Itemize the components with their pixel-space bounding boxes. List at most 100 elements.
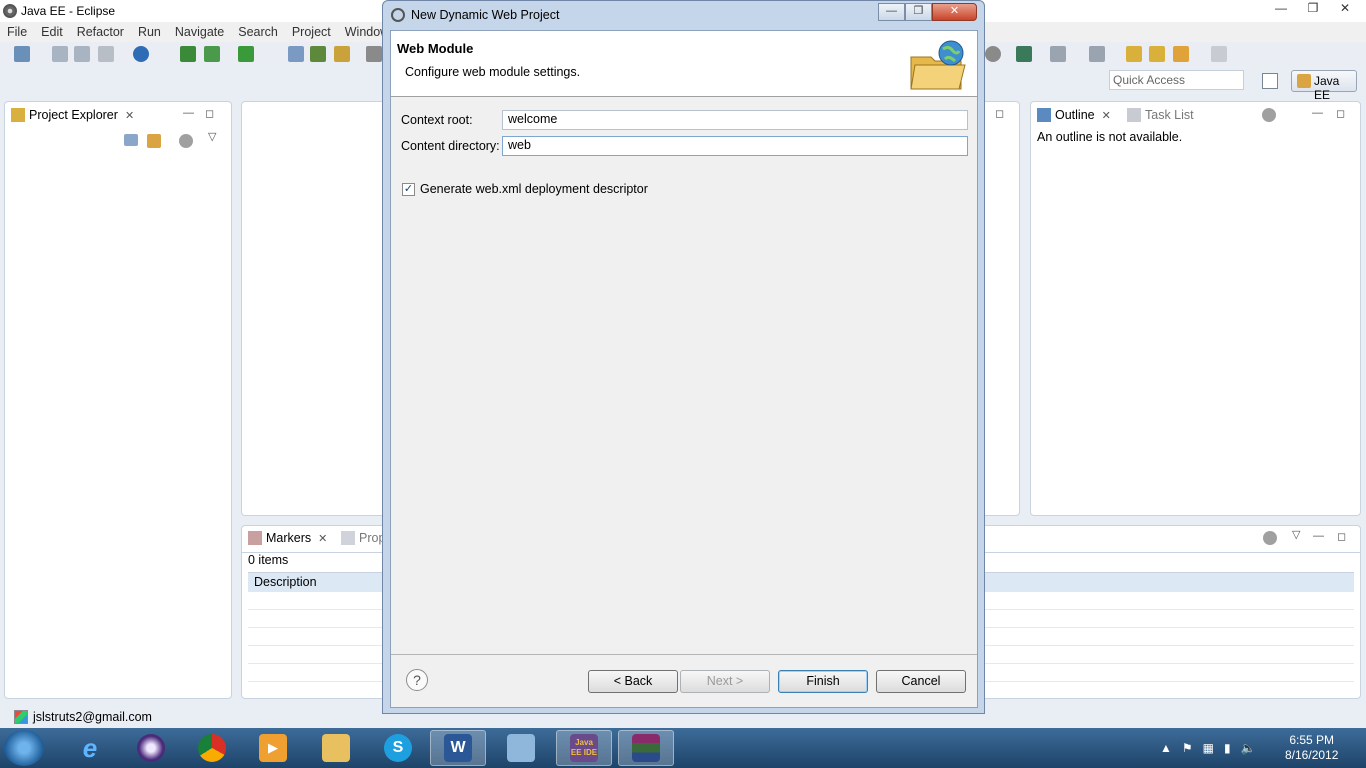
chevron-down-icon[interactable]: ▽ — [1292, 528, 1300, 541]
cancel-button[interactable]: Cancel — [876, 670, 966, 693]
wizard-page-title: Web Module — [397, 41, 474, 56]
dialog-window-controls: — ❐ ✕ — [878, 3, 977, 21]
link-editor-icon[interactable] — [147, 134, 161, 148]
tab-project-explorer[interactable]: Project Explorer ✕ — [11, 108, 134, 122]
maximize-view-icon[interactable]: ◻ — [205, 107, 214, 120]
action-center-flag-icon[interactable]: ⚑ — [1182, 741, 1193, 755]
generate-web-xml-checkbox[interactable]: ✓ — [402, 182, 415, 196]
back-arrow-icon[interactable] — [1173, 46, 1189, 62]
taskbar-notepad[interactable] — [493, 730, 549, 766]
account-status[interactable]: jslstruts2@gmail.com — [14, 710, 152, 724]
menu-project[interactable]: Project — [285, 25, 338, 39]
minimize-view-icon[interactable]: — — [183, 107, 194, 119]
view-menu-icon[interactable] — [1262, 108, 1276, 122]
annotation-icon[interactable] — [1050, 46, 1066, 62]
outline-icon — [1037, 108, 1051, 122]
open-type-icon[interactable] — [288, 46, 304, 62]
dialog-maximize-button[interactable]: ❐ — [905, 3, 932, 21]
show-hidden-icons-icon[interactable]: ▲ — [1160, 741, 1172, 755]
tab-markers[interactable]: Markers ✕ — [248, 531, 327, 545]
deploy-icon[interactable] — [180, 46, 196, 62]
dialog-titlebar[interactable]: New Dynamic Web Project — ❐ ✕ — [383, 1, 984, 29]
menu-edit[interactable]: Edit — [34, 25, 70, 39]
context-root-row: Context root: welcome — [401, 110, 968, 130]
tab-task-list[interactable]: Task List — [1127, 108, 1194, 122]
maximize-view-icon[interactable]: ◻ — [1337, 530, 1346, 543]
server-icon[interactable] — [133, 46, 149, 62]
chevron-down-icon[interactable]: ▽ — [208, 130, 216, 143]
outline-panel: Outline ✕ Task List — ◻ An outline is no… — [1030, 101, 1361, 516]
maximize-button[interactable]: ❐ — [1300, 1, 1326, 17]
globe-icon[interactable] — [985, 46, 1001, 62]
new-class-icon[interactable] — [334, 46, 350, 62]
quick-access-input[interactable]: Quick Access — [1109, 70, 1244, 90]
context-root-input[interactable]: welcome — [502, 110, 968, 130]
close-button[interactable]: ✕ — [1332, 1, 1358, 17]
dialog-close-button[interactable]: ✕ — [932, 3, 977, 21]
minimize-view-icon[interactable]: — — [1312, 107, 1323, 119]
menu-run[interactable]: Run — [131, 25, 168, 39]
finish-button[interactable]: Finish — [778, 670, 868, 693]
task-list-icon — [1127, 108, 1141, 122]
new-java-icon[interactable] — [310, 46, 326, 62]
pin-icon[interactable] — [366, 46, 382, 62]
collapse-all-icon[interactable] — [124, 134, 138, 146]
view-menu-icon[interactable] — [1263, 531, 1277, 545]
last-edit-icon[interactable] — [1126, 46, 1142, 62]
eclipse-icon — [391, 8, 405, 22]
device-icon[interactable]: ▦ — [1203, 741, 1214, 755]
view-menu-icon[interactable] — [179, 134, 193, 148]
taskbar-java-ee-ide[interactable]: Java EE IDE — [556, 730, 612, 766]
close-tab-icon[interactable]: ✕ — [1102, 109, 1111, 122]
next-button[interactable]: Next > — [680, 670, 770, 693]
minimize-button[interactable]: — — [1268, 1, 1294, 17]
taskbar-chrome[interactable] — [184, 730, 240, 766]
project-explorer-label: Project Explorer — [29, 108, 118, 122]
print-icon[interactable] — [98, 46, 114, 62]
folder-icon — [322, 734, 350, 762]
system-tray: ▲ ⚑ ▦ ▮ 🔈 — [1160, 741, 1256, 755]
volume-icon[interactable]: 🔈 — [1241, 741, 1256, 755]
start-button[interactable] — [4, 730, 44, 766]
chrome-icon — [198, 734, 226, 762]
skype-icon: S — [384, 734, 412, 762]
tab-properties[interactable]: Prop — [341, 531, 385, 545]
close-tab-icon[interactable]: ✕ — [318, 532, 327, 545]
forward-arrow-icon[interactable] — [1211, 46, 1227, 62]
pin-editor-icon[interactable] — [1149, 46, 1165, 62]
content-directory-row: Content directory: web — [401, 136, 968, 156]
back-button[interactable]: < Back — [588, 670, 678, 693]
save-all-icon[interactable] — [74, 46, 90, 62]
taskbar-winrar[interactable] — [618, 730, 674, 766]
network-signal-icon[interactable]: ▮ — [1224, 741, 1231, 755]
tab-outline[interactable]: Outline ✕ — [1037, 108, 1111, 122]
open-perspective-icon[interactable] — [1262, 73, 1278, 89]
account-icon — [14, 710, 28, 724]
help-button[interactable]: ? — [406, 669, 428, 691]
content-directory-input[interactable]: web — [502, 136, 968, 156]
java-ee-perspective-button[interactable]: Java EE — [1291, 70, 1357, 102]
maximize-view-icon[interactable]: ◻ — [1336, 107, 1345, 120]
task-check-icon[interactable] — [238, 46, 254, 62]
taskbar-skype[interactable]: S — [370, 730, 426, 766]
minimize-view-icon[interactable]: — — [1313, 530, 1324, 542]
database-icon[interactable] — [204, 46, 220, 62]
close-tab-icon[interactable]: ✕ — [125, 109, 134, 122]
menu-file[interactable]: File — [0, 25, 34, 39]
maximize-editor-icon[interactable]: ◻ — [995, 107, 1004, 120]
save-icon[interactable] — [52, 46, 68, 62]
taskbar-internet-explorer[interactable]: e — [62, 730, 118, 766]
system-clock[interactable]: 6:55 PM 8/16/2012 — [1285, 733, 1338, 763]
edit-icon[interactable] — [1089, 46, 1105, 62]
new-icon[interactable] — [14, 46, 30, 62]
dialog-minimize-button[interactable]: — — [878, 3, 905, 21]
taskbar-word[interactable]: W — [430, 730, 486, 766]
generate-web-xml-option[interactable]: ✓ Generate web.xml deployment descriptor — [402, 182, 648, 196]
menu-refactor[interactable]: Refactor — [70, 25, 131, 39]
taskbar-media-player[interactable]: ▶ — [245, 730, 301, 766]
menu-search[interactable]: Search — [231, 25, 285, 39]
external-tools-icon[interactable] — [1016, 46, 1032, 62]
taskbar-eclipse[interactable] — [123, 730, 179, 766]
taskbar-file-explorer[interactable] — [308, 730, 364, 766]
menu-navigate[interactable]: Navigate — [168, 25, 231, 39]
